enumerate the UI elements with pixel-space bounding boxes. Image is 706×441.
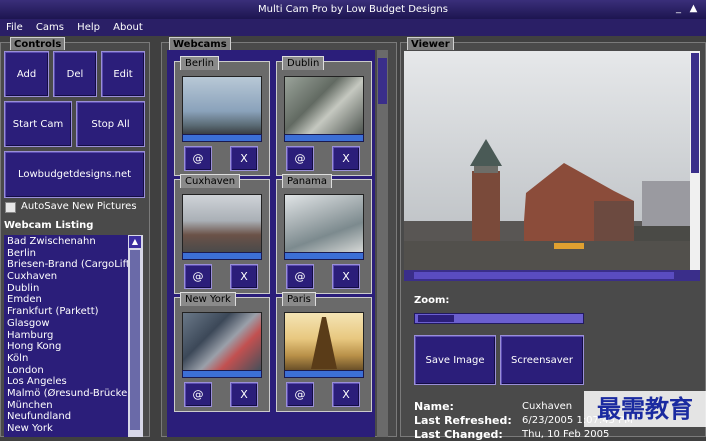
close-button[interactable]: X <box>230 146 258 171</box>
listing-item[interactable]: Berlin <box>4 248 128 260</box>
add-button[interactable]: Add <box>4 51 49 97</box>
menu-cams[interactable]: Cams <box>30 19 68 36</box>
listing-item[interactable]: Glasgow <box>4 318 128 330</box>
cuxhaven-photo <box>404 51 690 270</box>
menu-bar: File Cams Help About <box>0 19 706 36</box>
cam-progress <box>284 134 364 142</box>
viewer-h-scrollbar[interactable] <box>404 270 700 281</box>
controls-title: Controls <box>10 37 66 50</box>
listing-item[interactable]: Cuxhaven <box>4 271 128 283</box>
eiffel-tower-icon <box>311 317 337 369</box>
cam-thumbnail[interactable] <box>182 76 262 135</box>
webcams-title: Webcams <box>169 37 231 50</box>
title-bar: Multi Cam Pro by Low Budget Designs _ ▲ <box>0 0 706 19</box>
cam-progress <box>284 370 364 378</box>
close-button[interactable]: X <box>230 264 258 289</box>
cam-tile-paris: Paris @ X <box>276 292 372 412</box>
minimize-button[interactable]: _ <box>672 3 685 15</box>
refresh-button[interactable]: @ <box>184 382 212 407</box>
viewer-v-thumb[interactable] <box>691 53 699 173</box>
start-cam-button[interactable]: Start Cam <box>4 101 72 147</box>
cam-progress <box>182 370 262 378</box>
watermark: 最需教育 <box>584 391 706 427</box>
cam-thumbnail[interactable] <box>284 312 364 371</box>
name-label: Name: <box>414 400 454 413</box>
close-button[interactable]: X <box>230 382 258 407</box>
refresh-button[interactable]: @ <box>286 146 314 171</box>
cam-progress <box>284 252 364 260</box>
cam-label: Dublin <box>282 56 325 70</box>
refresh-button[interactable]: @ <box>184 146 212 171</box>
cam-label: New York <box>180 292 236 306</box>
cam-tile-cuxhaven: Cuxhaven @ X <box>174 174 270 294</box>
menu-file[interactable]: File <box>0 19 27 36</box>
cam-label: Paris <box>282 292 316 306</box>
menu-about[interactable]: About <box>107 19 147 36</box>
listing-item[interactable]: Malmö (Øresund-Brücke) <box>4 388 128 400</box>
edit-button[interactable]: Edit <box>101 51 145 97</box>
viewer-h-thumb[interactable] <box>414 272 674 279</box>
cam-tile-dublin: Dublin @ X <box>276 56 372 176</box>
listing-item[interactable]: Dublin <box>4 283 128 295</box>
listing-item[interactable]: London <box>4 365 128 377</box>
website-button[interactable]: Lowbudgetdesigns.net <box>4 151 145 198</box>
cam-tile-panama: Panama @ X <box>276 174 372 294</box>
close-button[interactable]: X <box>332 382 360 407</box>
close-button[interactable]: X <box>332 264 360 289</box>
cam-progress <box>182 252 262 260</box>
refresh-button[interactable]: @ <box>286 264 314 289</box>
changed-label: Last Changed: <box>414 428 503 441</box>
cam-label: Berlin <box>180 56 220 70</box>
cam-thumbnail[interactable] <box>182 312 262 371</box>
refresh-button[interactable]: @ <box>184 264 212 289</box>
scroll-up-icon[interactable]: ▲ <box>129 236 141 248</box>
autosave-checkbox[interactable] <box>5 202 16 213</box>
save-image-button[interactable]: Save Image <box>414 335 496 385</box>
cam-thumbnail[interactable] <box>284 76 364 135</box>
autosave-label: AutoSave New Pictures <box>21 201 137 212</box>
listing-item[interactable]: Köln <box>4 353 128 365</box>
cam-thumbnail[interactable] <box>182 194 262 253</box>
listing-item[interactable]: Frankfurt (Parkett) <box>4 306 128 318</box>
zoom-slider[interactable] <box>414 313 584 324</box>
listing-item[interactable]: Briesen-Brand (CargoLifter <box>4 259 128 271</box>
menu-help[interactable]: Help <box>71 19 104 36</box>
changed-value: Thu, 10 Feb 2005 <box>522 429 610 440</box>
listing-scrollbar[interactable]: ▲ <box>128 235 143 437</box>
viewer-v-scrollbar[interactable] <box>690 51 700 270</box>
listing-item[interactable]: Emden <box>4 294 128 306</box>
listing-item[interactable]: Neufundland <box>4 411 128 423</box>
webcams-scrollbar[interactable] <box>377 50 388 437</box>
listing-item[interactable]: Hamburg <box>4 330 128 342</box>
refresh-button[interactable]: @ <box>286 382 314 407</box>
zoom-slider-thumb[interactable] <box>418 315 454 322</box>
cam-tile-berlin: Berlin @ X <box>174 56 270 176</box>
listing-scroll-thumb[interactable] <box>130 250 140 430</box>
name-value: Cuxhaven <box>522 401 573 412</box>
listing-item[interactable]: Los Angeles <box>4 376 128 388</box>
cam-thumbnail[interactable] <box>284 194 364 253</box>
refreshed-label: Last Refreshed: <box>414 414 512 427</box>
cam-progress <box>182 134 262 142</box>
cam-tile-new-york: New York @ X <box>174 292 270 412</box>
listing-item[interactable]: New York <box>4 423 128 435</box>
screensaver-button[interactable]: Screensaver <box>500 335 584 385</box>
webcams-scroll-thumb[interactable] <box>378 58 387 104</box>
window-title: Multi Cam Pro by Low Budget Designs <box>258 4 448 15</box>
listing-item[interactable]: München <box>4 400 128 412</box>
stop-all-button[interactable]: Stop All <box>76 101 145 147</box>
cam-label: Panama <box>282 174 333 188</box>
webcam-listbox[interactable]: Bad Zwischenahn Berlin Briesen-Brand (Carg… <box>4 235 128 437</box>
close-button[interactable]: X <box>332 146 360 171</box>
viewer-title: Viewer <box>407 37 454 50</box>
cam-label: Cuxhaven <box>180 174 241 188</box>
zoom-label: Zoom: <box>414 295 450 306</box>
listing-title: Webcam Listing <box>4 220 94 231</box>
viewer-image[interactable] <box>404 51 690 270</box>
listing-item[interactable]: Bad Zwischenahn <box>4 236 128 248</box>
del-button[interactable]: Del <box>53 51 97 97</box>
listing-item[interactable]: Hong Kong <box>4 341 128 353</box>
maximize-button[interactable]: ▲ <box>687 3 700 15</box>
